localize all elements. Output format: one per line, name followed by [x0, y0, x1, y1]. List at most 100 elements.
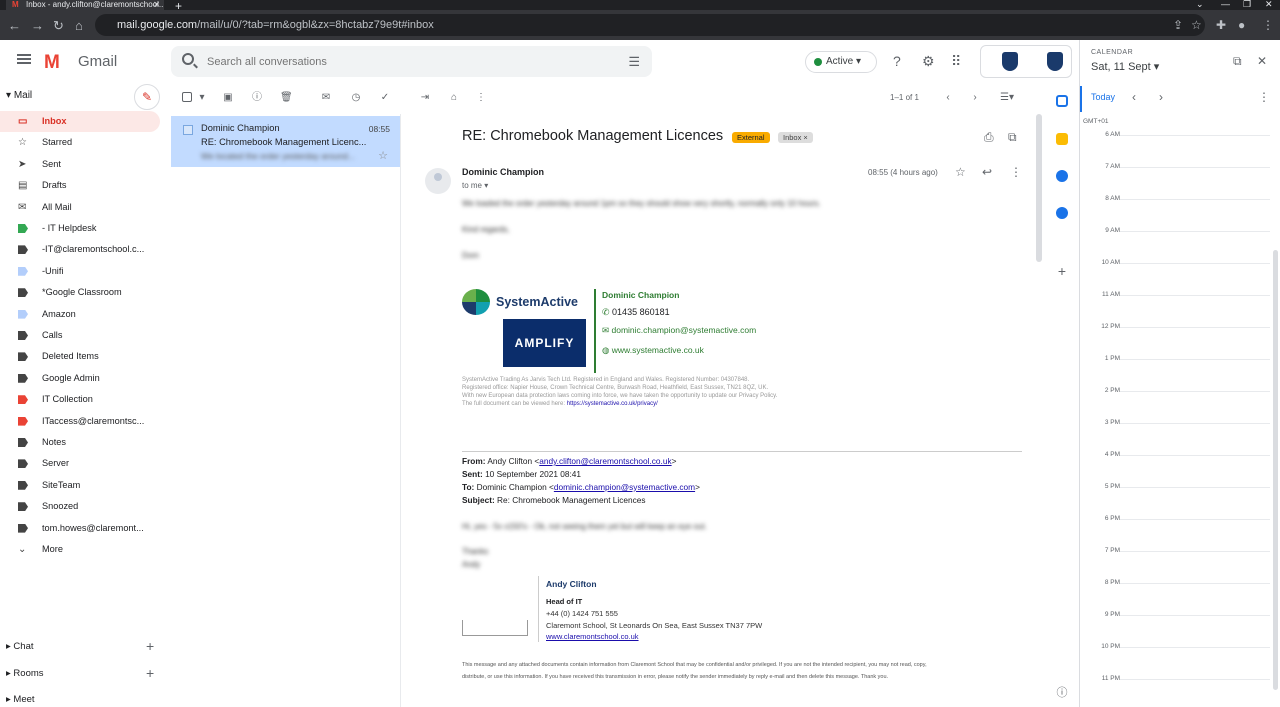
- sidebar-item[interactable]: Deleted Items: [0, 346, 160, 367]
- reply-icon[interactable]: ↩: [982, 165, 992, 179]
- select-dropdown-icon[interactable]: ▾: [196, 92, 208, 104]
- sidebar-item[interactable]: ✉ All Mail: [0, 197, 160, 218]
- move-to-icon[interactable]: ⇥: [419, 92, 431, 104]
- sidebar-item[interactable]: ▤ Drafts: [0, 175, 160, 196]
- close-panel-icon[interactable]: ✕: [1257, 54, 1267, 68]
- home-icon[interactable]: ⌂: [75, 18, 83, 33]
- next-day-icon[interactable]: ›: [1159, 90, 1163, 104]
- chrome-menu-icon[interactable]: ⋮: [1262, 18, 1274, 32]
- older-icon[interactable]: ‹: [942, 92, 954, 104]
- keep-addon-icon[interactable]: [1056, 133, 1068, 145]
- star-icon[interactable]: ☆: [378, 149, 388, 162]
- calendar-date-picker[interactable]: Sat, 11 Sept ▾: [1091, 60, 1159, 73]
- tasks-addon-icon[interactable]: [1056, 170, 1068, 182]
- ac-web-link[interactable]: www.claremontschool.co.uk: [546, 632, 639, 641]
- hour-gridline[interactable]: [1120, 487, 1270, 488]
- chat-section[interactable]: ▸ Chat +: [6, 638, 154, 654]
- sidebar-item[interactable]: ITaccess@claremontsc...: [0, 411, 160, 432]
- contacts-addon-icon[interactable]: [1056, 207, 1068, 219]
- sig-email[interactable]: ✉ dominic.champion@systemactive.com: [602, 325, 756, 336]
- sidebar-item[interactable]: Calls: [0, 325, 160, 346]
- reading-scrollbar[interactable]: [1036, 114, 1042, 262]
- recipient-details[interactable]: to me ▾: [462, 181, 488, 190]
- back-icon[interactable]: ←: [8, 18, 21, 33]
- inbox-label-badge[interactable]: Inbox ×: [778, 132, 813, 143]
- search-input[interactable]: [207, 46, 607, 77]
- reload-icon[interactable]: ↻: [53, 18, 64, 34]
- prev-day-icon[interactable]: ‹: [1132, 90, 1136, 104]
- hide-panel-icon[interactable]: ⓘ: [1056, 687, 1068, 699]
- sidebar-item[interactable]: ⌄ More: [0, 539, 160, 560]
- mail-section-header[interactable]: ▾ Mail: [6, 90, 32, 101]
- label-icon[interactable]: ⌂: [448, 92, 460, 104]
- archive-icon[interactable]: ▣: [222, 92, 234, 104]
- account-avatar-icon[interactable]: [1047, 52, 1063, 71]
- hour-gridline[interactable]: [1120, 647, 1270, 648]
- hour-gridline[interactable]: [1120, 359, 1270, 360]
- bookmark-star-icon[interactable]: ☆: [1191, 18, 1202, 32]
- split-pane-toggle-icon[interactable]: ☰▾: [996, 92, 1018, 104]
- hour-gridline[interactable]: [1120, 583, 1270, 584]
- rooms-section[interactable]: ▸ Rooms +: [6, 665, 154, 681]
- forward-icon[interactable]: →: [31, 18, 44, 33]
- sender-name[interactable]: Dominic Champion: [462, 167, 544, 177]
- sidebar-item[interactable]: ➤ Sent: [0, 154, 160, 175]
- message-more-icon[interactable]: ⋮: [1010, 165, 1022, 179]
- status-dropdown[interactable]: Active ▾: [805, 51, 877, 73]
- share-icon[interactable]: ⇪: [1173, 18, 1183, 32]
- search-options-icon[interactable]: ☰: [628, 54, 640, 70]
- minimize-icon[interactable]: —: [1221, 0, 1230, 9]
- snooze-icon[interactable]: ◷: [350, 92, 362, 104]
- hour-gridline[interactable]: [1120, 231, 1270, 232]
- compose-button[interactable]: ✎: [134, 84, 160, 110]
- newer-icon[interactable]: ›: [969, 92, 981, 104]
- account-switcher[interactable]: [980, 45, 1072, 78]
- calendar-scrollbar[interactable]: [1273, 250, 1278, 690]
- apps-grid-icon[interactable]: ⠿: [951, 53, 961, 69]
- help-icon[interactable]: ?: [893, 53, 901, 69]
- hour-gridline[interactable]: [1120, 327, 1270, 328]
- calendar-addon-icon[interactable]: [1056, 95, 1068, 107]
- delete-icon[interactable]: 🗑: [280, 92, 293, 104]
- sig-web[interactable]: ◍ www.systemactive.co.uk: [602, 345, 704, 356]
- hour-gridline[interactable]: [1120, 615, 1270, 616]
- open-new-window-icon[interactable]: ⧉: [1008, 130, 1017, 145]
- search-bar[interactable]: ☰: [171, 46, 652, 77]
- main-menu-icon[interactable]: [17, 54, 31, 64]
- url-field[interactable]: mail.google.com/mail/u/0/?tab=rm&ogbl&zx…: [95, 14, 1205, 36]
- open-calendar-icon[interactable]: ⧉: [1233, 54, 1242, 69]
- hour-gridline[interactable]: [1120, 679, 1270, 680]
- from-email-link[interactable]: andy.clifton@claremontschool.co.uk: [539, 456, 671, 466]
- sidebar-item[interactable]: *Google Classroom: [0, 282, 160, 303]
- hour-gridline[interactable]: [1120, 263, 1270, 264]
- mark-unread-icon[interactable]: ✉: [320, 92, 332, 104]
- new-chat-icon[interactable]: +: [146, 638, 154, 654]
- sidebar-item[interactable]: Amazon: [0, 304, 160, 325]
- report-spam-icon[interactable]: ⓘ: [251, 92, 263, 104]
- sidebar-item[interactable]: ☆ Starred: [0, 132, 160, 153]
- hour-gridline[interactable]: [1120, 551, 1270, 552]
- sidebar-item[interactable]: ▭ Inbox: [0, 111, 160, 132]
- print-icon[interactable]: ⎙: [984, 130, 994, 145]
- sidebar-item[interactable]: -Unifi: [0, 261, 160, 282]
- close-window-icon[interactable]: ✕: [1265, 0, 1273, 10]
- sidebar-item[interactable]: -IT@claremontschool.c...: [0, 239, 160, 260]
- tab-search-icon[interactable]: ⌄: [1196, 0, 1204, 10]
- hour-gridline[interactable]: [1120, 391, 1270, 392]
- calendar-more-icon[interactable]: ⋮: [1258, 90, 1270, 104]
- profile-icon[interactable]: ●: [1238, 18, 1245, 32]
- sidebar-item[interactable]: SiteTeam: [0, 475, 160, 496]
- restore-icon[interactable]: ❐: [1243, 0, 1251, 10]
- sidebar-item[interactable]: Snoozed: [0, 496, 160, 517]
- more-options-icon[interactable]: ⋮: [475, 92, 487, 104]
- sidebar-item[interactable]: Google Admin: [0, 368, 160, 389]
- hour-gridline[interactable]: [1120, 167, 1270, 168]
- meet-section[interactable]: ▸ Meet: [6, 694, 35, 705]
- sidebar-item[interactable]: Server: [0, 453, 160, 474]
- settings-gear-icon[interactable]: ⚙: [922, 53, 935, 69]
- table-row[interactable]: Dominic Champion 08:55 RE: Chromebook Ma…: [171, 116, 400, 167]
- sidebar-item[interactable]: Notes: [0, 432, 160, 453]
- extensions-icon[interactable]: ✚: [1216, 18, 1226, 32]
- hour-gridline[interactable]: [1120, 199, 1270, 200]
- new-room-icon[interactable]: +: [146, 665, 154, 681]
